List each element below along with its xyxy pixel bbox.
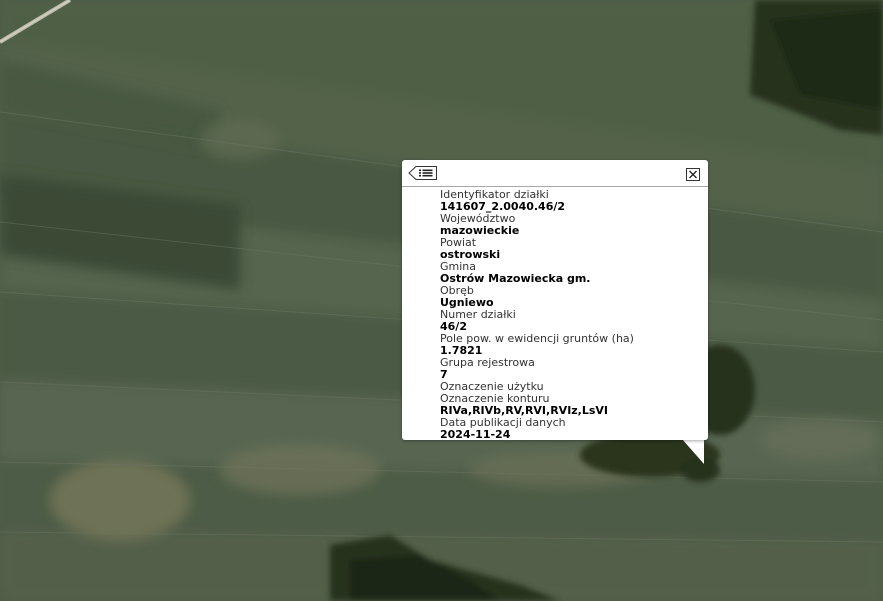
popup-header [402, 160, 708, 187]
attribute-label: Grupa rejestrowa [440, 356, 535, 369]
parcel-info-popup: Identyfikator działki 141607_2.0040.46/2… [402, 160, 708, 441]
list-menu-icon [408, 166, 437, 180]
list-menu-button[interactable] [408, 165, 438, 181]
attribute-value: mazowieckie [440, 224, 520, 237]
close-button[interactable] [686, 166, 700, 181]
close-icon [686, 168, 700, 181]
attribute-value: Ostrów Mazowiecka gm. [440, 272, 591, 285]
attribute-list: Identyfikator działki 141607_2.0040.46/2… [402, 187, 708, 441]
attribute-value: 2024-11-24 [440, 428, 511, 441]
attribute-value: ostrowski [440, 248, 501, 261]
attribute-label: Numer działki [440, 308, 516, 321]
popup-pointer [682, 439, 704, 464]
